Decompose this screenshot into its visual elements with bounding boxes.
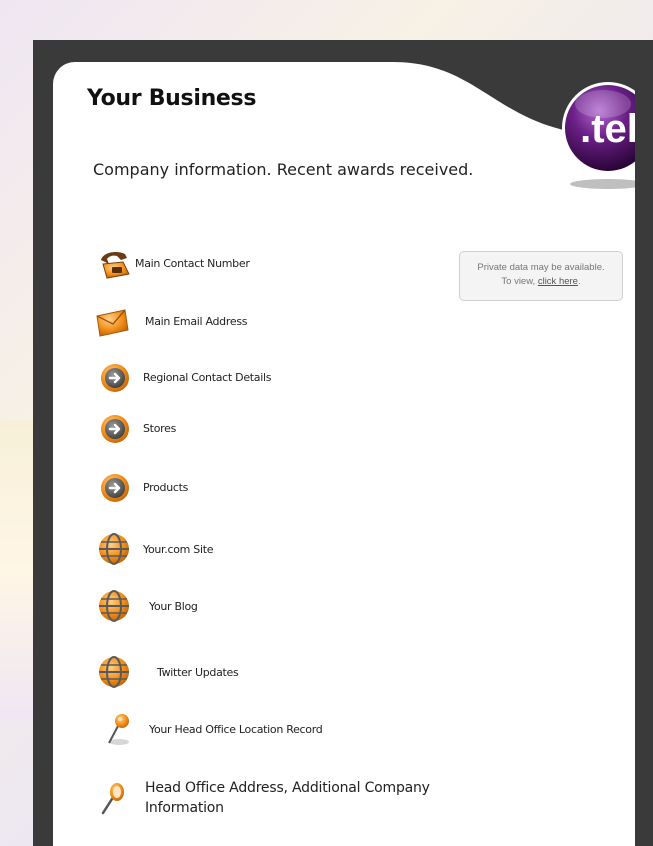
business-card: Your Business Company information. Recen… (53, 62, 635, 846)
private-notice-line2: To view, click here. (460, 275, 622, 289)
list-item-label: Stores (143, 421, 177, 435)
list-item-main-email-address[interactable]: Main Email Address (95, 304, 247, 338)
globe-icon (99, 656, 129, 688)
list-item-stores[interactable]: Stores (99, 411, 176, 445)
arrow-circle-icon (101, 364, 129, 392)
click-here-link[interactable]: click here (538, 276, 578, 287)
list-item-products[interactable]: Products (99, 470, 188, 504)
list-item-your-com-site[interactable]: Your.com Site (97, 532, 213, 566)
list-item-label: Main Contact Number (135, 256, 250, 270)
envelope-icon (96, 309, 129, 337)
list-item-head-office-address[interactable]: Head Office Address, Additional Company … (97, 778, 465, 818)
map-pin-icon (108, 714, 129, 745)
list-item-head-office-location-record[interactable]: Your Head Office Location Record (101, 712, 323, 746)
magnifier-icon (101, 783, 124, 815)
tel-logo-text: .tel (580, 107, 635, 151)
private-notice-line1: Private data may be available. (477, 262, 605, 273)
private-data-notice: Private data may be available. To view, … (459, 251, 623, 301)
page-frame: Your Business Company information. Recen… (33, 40, 653, 846)
private-notice-suffix: . (577, 276, 581, 287)
list-item-regional-contact-details[interactable]: Regional Contact Details (99, 360, 271, 394)
list-item-label: Twitter Updates (157, 665, 239, 679)
arrow-circle-icon (101, 474, 129, 502)
page-title: Your Business (87, 86, 257, 111)
tel-logo: .tel (562, 82, 635, 189)
globe-icon (99, 590, 129, 622)
list-item-twitter-updates[interactable]: Twitter Updates (97, 655, 239, 689)
arrow-circle-icon (101, 415, 129, 443)
company-description: Company information. Recent awards recei… (93, 160, 474, 179)
globe-icon (99, 533, 129, 565)
list-item-your-blog[interactable]: Your Blog (97, 589, 198, 623)
private-notice-prefix: To view, (501, 276, 536, 287)
list-item-label: Your Head Office Location Record (149, 722, 323, 736)
list-item-main-contact-number[interactable]: Main Contact Number (97, 246, 250, 280)
list-item-label: Head Office Address, Additional Company … (145, 780, 430, 816)
list-item-label: Your.com Site (143, 542, 214, 556)
telephone-icon (101, 252, 130, 279)
list-item-label: Main Email Address (145, 314, 248, 328)
list-item-label: Products (143, 480, 189, 494)
list-item-label: Regional Contact Details (143, 370, 272, 384)
list-item-label: Your Blog (149, 599, 198, 613)
